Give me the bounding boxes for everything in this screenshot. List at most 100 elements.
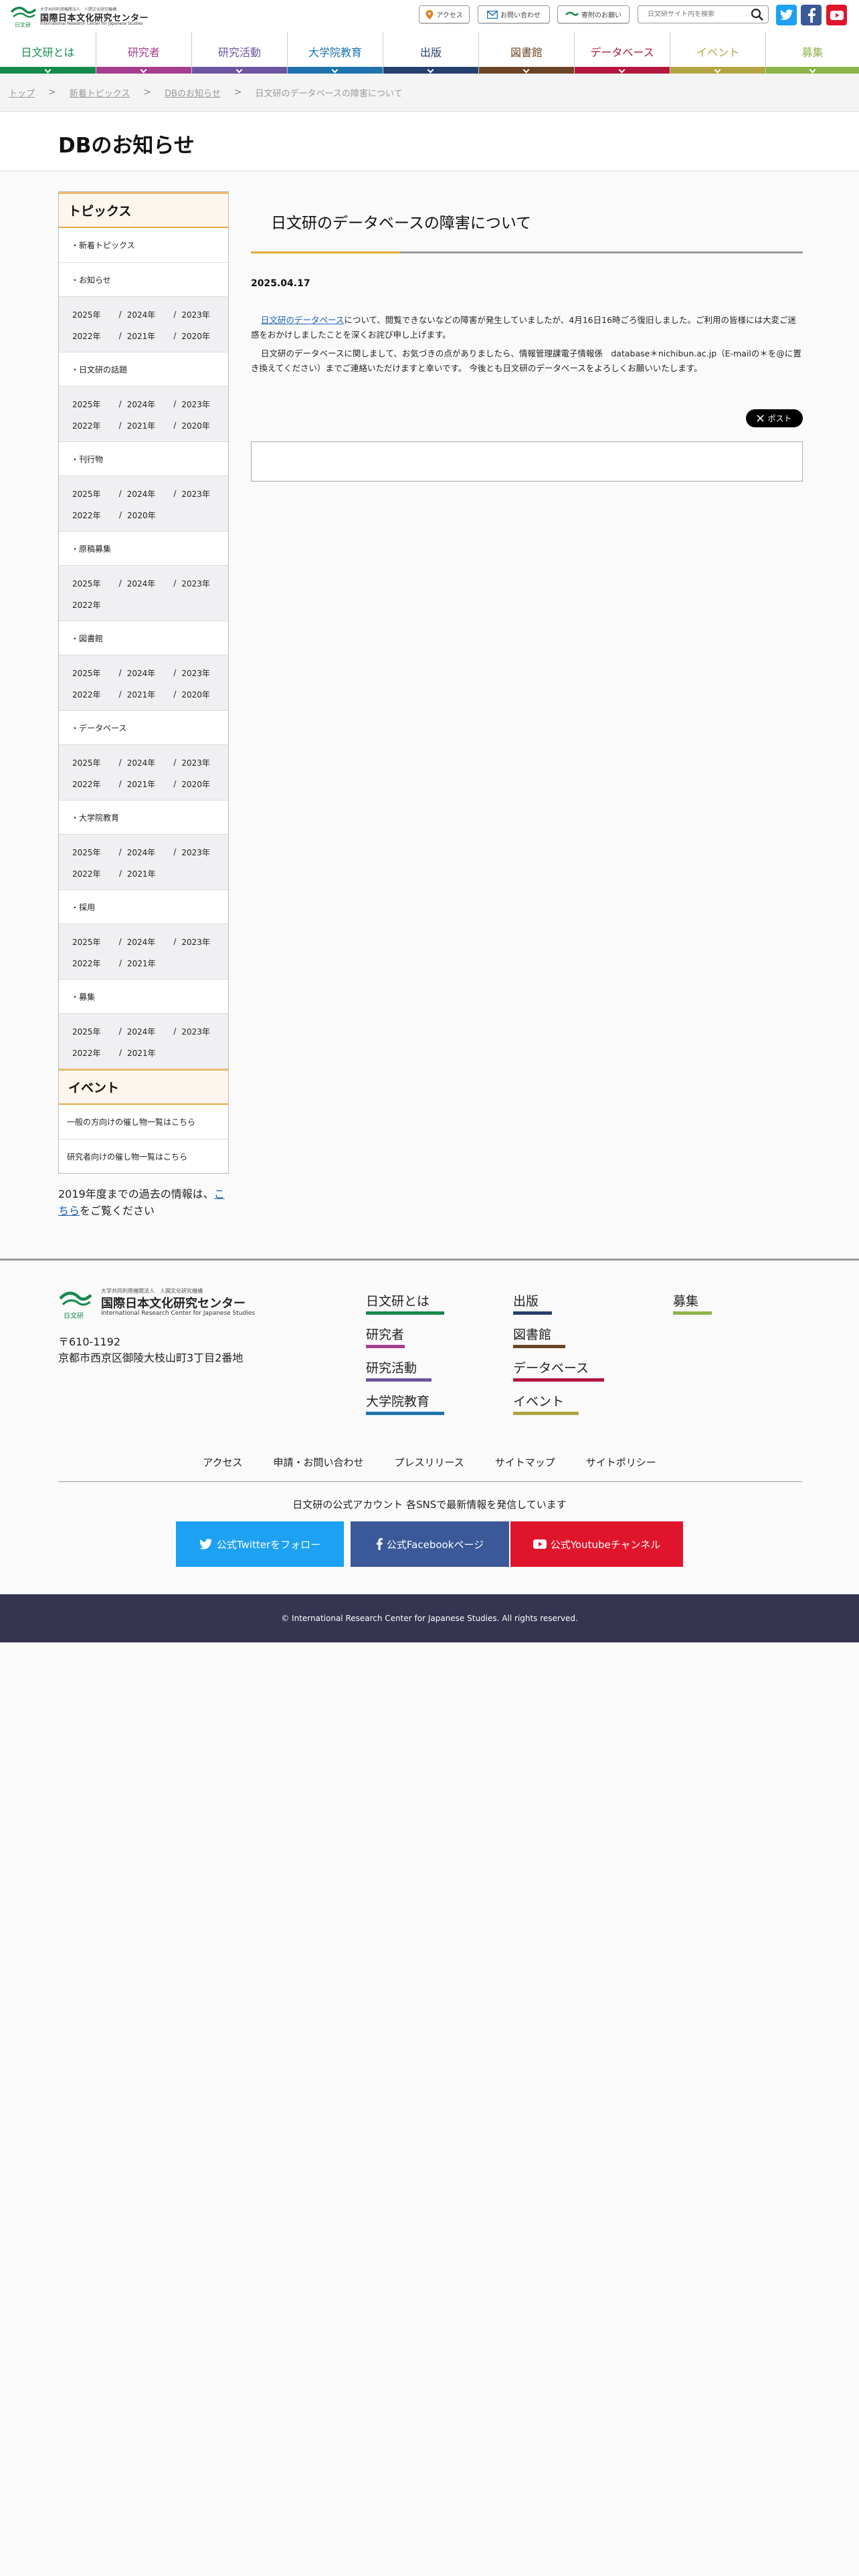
year-link[interactable]: 2022年 — [72, 420, 119, 431]
footer-logo[interactable]: 日文研 大学共同利用機関法人 人間文化研究機構 国際日本文化研究センター Int… — [58, 1287, 279, 1321]
footer-link-about[interactable]: 日文研とは — [366, 1291, 444, 1315]
footer-link-activities[interactable]: 研究活動 — [366, 1358, 432, 1382]
breadcrumb-db[interactable]: DBのお知らせ — [165, 86, 221, 99]
footer-twitter-button[interactable]: 公式Twitterをフォロー — [176, 1521, 344, 1567]
nav-about[interactable]: 日文研とは — [0, 32, 96, 74]
footer-link-researchers[interactable]: 研究者 — [366, 1325, 405, 1348]
footer-access-link[interactable]: アクセス — [203, 1455, 242, 1469]
sidebar-item-manuscript[interactable]: ・原稿募集 — [59, 531, 228, 565]
search-icon[interactable] — [751, 8, 764, 21]
footer-link-database[interactable]: データベース — [513, 1358, 604, 1382]
year-link[interactable]: 2023年 — [181, 757, 228, 768]
year-link[interactable]: 2023年 — [181, 309, 228, 320]
year-link[interactable]: 2023年 — [181, 667, 228, 679]
breadcrumb-top[interactable]: トップ — [9, 86, 35, 99]
sidebar-item-notice[interactable]: ・お知らせ — [59, 262, 228, 296]
footer-link-publish[interactable]: 出版 — [513, 1291, 552, 1315]
year-link[interactable]: 2025年 — [72, 1026, 119, 1037]
year-link[interactable]: 2021年 — [127, 1047, 174, 1059]
year-link[interactable]: 2021年 — [127, 689, 174, 700]
nav-database[interactable]: データベース — [574, 32, 670, 74]
sidebar-item-graduate[interactable]: ・大学院教育 — [59, 800, 228, 834]
database-link[interactable]: 日文研のデータベース — [261, 315, 344, 325]
year-link[interactable]: 2022年 — [72, 599, 119, 611]
year-link[interactable]: 2023年 — [181, 847, 228, 858]
year-link[interactable]: 2020年 — [181, 689, 228, 700]
year-link[interactable]: 2022年 — [72, 1047, 119, 1059]
footer-link-recruit[interactable]: 募集 — [673, 1291, 712, 1315]
year-link[interactable]: 2022年 — [72, 958, 119, 969]
footer-youtube-button[interactable]: 公式Youtubeチャンネル — [510, 1521, 683, 1567]
year-link[interactable]: 2022年 — [72, 689, 119, 700]
year-link[interactable]: 2025年 — [72, 578, 119, 589]
year-link[interactable]: 2024年 — [127, 667, 174, 679]
year-link[interactable]: 2025年 — [72, 488, 119, 500]
footer-press-link[interactable]: プレスリリース — [394, 1455, 464, 1469]
sidebar-item-publication[interactable]: ・刊行物 — [59, 441, 228, 475]
footer-policy-link[interactable]: サイトポリシー — [586, 1455, 656, 1469]
footer-contact-link[interactable]: 申請・お問い合わせ — [273, 1455, 363, 1469]
year-link[interactable]: 2024年 — [127, 936, 174, 948]
year-link[interactable]: 2024年 — [127, 757, 174, 768]
year-link[interactable]: 2023年 — [181, 399, 228, 410]
year-link[interactable]: 2025年 — [72, 757, 119, 768]
nav-activities[interactable]: 研究活動 — [191, 32, 287, 74]
youtube-link[interactable] — [826, 5, 847, 25]
year-link[interactable]: 2025年 — [72, 847, 119, 858]
year-link[interactable]: 2025年 — [72, 667, 119, 679]
footer-link-graduate[interactable]: 大学院教育 — [366, 1392, 444, 1415]
year-link[interactable]: 2023年 — [181, 1026, 228, 1037]
year-link[interactable]: 2021年 — [127, 420, 174, 431]
year-link[interactable]: 2023年 — [181, 488, 228, 500]
year-link[interactable]: 2023年 — [181, 936, 228, 948]
sidebar-item-database[interactable]: ・データベース — [59, 710, 228, 744]
facebook-link[interactable] — [801, 5, 822, 25]
year-link[interactable]: 2025年 — [72, 309, 119, 320]
year-link[interactable]: 2024年 — [127, 309, 174, 320]
year-link[interactable]: 2021年 — [127, 868, 174, 879]
year-link[interactable]: 2020年 — [181, 778, 228, 790]
nav-graduate[interactable]: 大学院教育 — [287, 32, 383, 74]
nav-publish[interactable]: 出版 — [383, 32, 478, 74]
year-link[interactable]: 2020年 — [127, 510, 174, 521]
year-link[interactable]: 2024年 — [127, 488, 174, 500]
contact-button[interactable]: お問い合わせ — [478, 5, 550, 23]
site-logo[interactable]: 日文研 大学共同利用機関法人 人間文化研究機構 国際日本文化研究センター Int… — [11, 4, 171, 28]
search-input[interactable] — [648, 11, 748, 18]
nav-event[interactable]: イベント — [670, 32, 765, 74]
year-link[interactable]: 2021年 — [127, 330, 174, 342]
sidebar-item-hiring[interactable]: ・採用 — [59, 889, 228, 924]
year-link[interactable]: 2025年 — [72, 399, 119, 410]
year-link[interactable]: 2022年 — [72, 868, 119, 879]
footer-sitemap-link[interactable]: サイトマップ — [495, 1455, 555, 1469]
sidebar-item-topic[interactable]: ・日文研の話題 — [59, 352, 228, 386]
year-link[interactable]: 2020年 — [181, 330, 228, 342]
twitter-link[interactable] — [776, 5, 797, 25]
year-link[interactable]: 2022年 — [72, 778, 119, 790]
sidebar-item-latest[interactable]: ・新着トピックス — [59, 228, 228, 262]
nav-researchers[interactable]: 研究者 — [96, 32, 191, 74]
sidebar-item-library[interactable]: ・図書館 — [59, 621, 228, 655]
year-link[interactable]: 2021年 — [127, 778, 174, 790]
event-research-link[interactable]: 研究者向けの催し物一覧はこちら — [59, 1139, 228, 1173]
breadcrumb-news[interactable]: 新着トピックス — [70, 86, 130, 99]
year-link[interactable]: 2022年 — [72, 330, 119, 342]
x-post-button[interactable]: ポスト — [746, 409, 803, 427]
access-button[interactable]: アクセス — [419, 5, 470, 23]
sidebar-item-recruit[interactable]: ・募集 — [59, 979, 228, 1013]
donation-button[interactable]: 寄附のお願い — [557, 5, 630, 23]
footer-link-event[interactable]: イベント — [513, 1392, 579, 1415]
year-link[interactable]: 2024年 — [127, 847, 174, 858]
event-general-link[interactable]: 一般の方向けの催し物一覧はこちら — [59, 1105, 228, 1139]
year-link[interactable]: 2020年 — [181, 420, 228, 431]
year-link[interactable]: 2024年 — [127, 399, 174, 410]
nav-recruit[interactable]: 募集 — [765, 32, 859, 74]
year-link[interactable]: 2022年 — [72, 510, 119, 521]
year-link[interactable]: 2024年 — [127, 1026, 174, 1037]
footer-facebook-button[interactable]: 公式Facebookページ — [351, 1521, 509, 1567]
year-link[interactable]: 2021年 — [127, 958, 174, 969]
year-link[interactable]: 2023年 — [181, 578, 228, 589]
year-link[interactable]: 2024年 — [127, 578, 174, 589]
footer-link-library[interactable]: 図書館 — [513, 1325, 565, 1348]
nav-library[interactable]: 図書館 — [478, 32, 574, 74]
